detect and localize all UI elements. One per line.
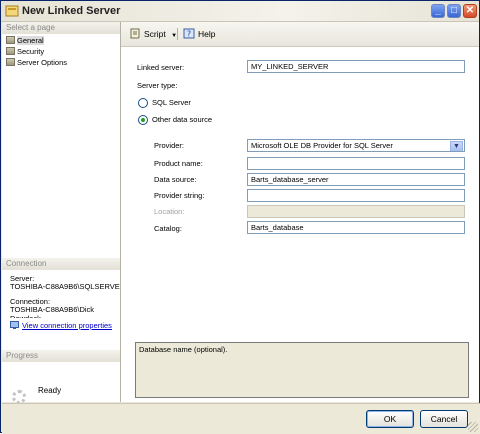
other-data-source-label[interactable]: Other data source [152, 114, 212, 125]
toolbar-separator [177, 28, 178, 40]
connection-properties-icon [10, 321, 19, 329]
help-description-box: Database name (optional). [135, 342, 469, 398]
minimize-button[interactable]: _ [431, 4, 445, 18]
script-icon [130, 28, 140, 39]
close-button[interactable]: ✕ [463, 4, 477, 18]
data-source-label: Data source: [154, 175, 197, 184]
connection-value-overflow: Dowdeck [10, 314, 120, 318]
radio-selected-dot [141, 118, 145, 122]
chevron-down-icon[interactable]: ▼ [450, 141, 463, 151]
progress-header: Progress [2, 350, 120, 362]
resize-grip-icon[interactable] [468, 422, 478, 432]
page-icon [6, 47, 15, 55]
other-data-source-radio[interactable] [138, 115, 148, 125]
title-bar[interactable]: New Linked Server _ □ ✕ [1, 1, 479, 22]
page-item-general[interactable]: General [6, 36, 44, 46]
window-title: New Linked Server [22, 5, 121, 17]
main-panel: Script ▼ ? Help Linked server: MY_LINKED… [121, 22, 479, 402]
catalog-input[interactable]: Barts_database [247, 221, 465, 234]
help-button[interactable]: ? Help [183, 28, 215, 40]
page-item-server-options[interactable]: Server Options [6, 58, 67, 68]
provider-string-label: Provider string: [154, 191, 205, 200]
select-page-header: Select a page [2, 22, 120, 34]
help-label: Help [198, 29, 216, 39]
provider-value: Microsoft OLE DB Provider for SQL Server [251, 141, 393, 150]
page-label: Server Options [17, 58, 68, 67]
server-type-label: Server type: [137, 81, 178, 90]
provider-select[interactable]: Microsoft OLE DB Provider for SQL Server… [247, 139, 465, 152]
script-button[interactable]: Script ▼ [129, 28, 177, 42]
progress-status: Ready [38, 386, 62, 395]
left-panel: Select a page General Security Server Op… [2, 22, 121, 404]
linked-server-label: Linked server: [137, 63, 185, 72]
location-input [247, 205, 465, 218]
catalog-label: Catalog: [154, 224, 182, 233]
script-label: Script [144, 29, 166, 39]
product-name-label: Product name: [154, 159, 203, 168]
server-value: TOSHIBA-C88A9B6\SQLSERVEI [10, 282, 120, 291]
connection-value: TOSHIBA-C88A9B6\Dick [10, 305, 95, 314]
page-icon [6, 58, 15, 66]
location-label: Location: [154, 207, 185, 216]
page-label: General [17, 36, 44, 45]
provider-label: Provider: [154, 141, 185, 150]
progress-spinner-icon [12, 390, 26, 404]
dialog-window: New Linked Server _ □ ✕ Select a page Ge… [0, 0, 480, 434]
toolbar: Script ▼ ? Help [121, 22, 479, 47]
data-source-input[interactable]: Barts_database_server [247, 173, 465, 186]
page-label: Security [17, 47, 45, 56]
svg-text:?: ? [187, 30, 191, 39]
product-name-input[interactable] [247, 157, 465, 170]
provider-string-input[interactable] [247, 189, 465, 202]
help-icon: ? [183, 28, 195, 39]
maximize-button[interactable]: □ [447, 4, 461, 18]
cancel-button[interactable]: Cancel [420, 410, 468, 428]
page-item-security[interactable]: Security [6, 47, 44, 57]
sql-server-option-label[interactable]: SQL Server [152, 97, 191, 108]
connection-header: Connection [2, 258, 120, 270]
help-description-text: Database name (optional). [139, 345, 228, 354]
sql-server-radio[interactable] [138, 98, 148, 108]
page-icon [6, 36, 15, 44]
view-connection-link[interactable]: View connection properties [22, 321, 112, 330]
ok-button[interactable]: OK [366, 410, 414, 428]
button-bar: OK Cancel [2, 403, 480, 434]
linked-server-icon [5, 5, 19, 17]
linked-server-input[interactable]: MY_LINKED_SERVER [247, 60, 465, 73]
view-connection-properties[interactable]: View connection properties [10, 321, 120, 330]
